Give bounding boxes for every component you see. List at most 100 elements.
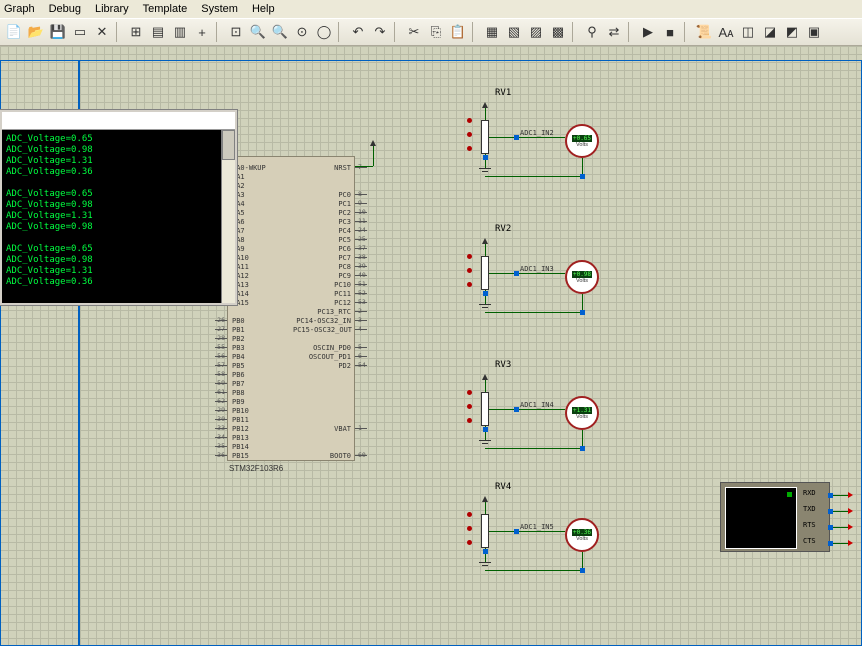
- nrst-wire: [355, 166, 373, 167]
- aa-button[interactable]: Aᴀ: [716, 22, 736, 42]
- sim1-button[interactable]: ▶: [638, 22, 658, 42]
- menu-debug[interactable]: Debug: [49, 3, 81, 15]
- pin-stub: [215, 455, 227, 456]
- block3-button[interactable]: ▨: [526, 22, 546, 42]
- menu-system[interactable]: System: [201, 3, 238, 15]
- zoom-all-button[interactable]: ⊙: [292, 22, 312, 42]
- pin-PB13: PB13: [232, 434, 249, 442]
- pin-PC13_RTC: PC13_RTC: [293, 308, 351, 316]
- layer-c-button[interactable]: ◩: [782, 22, 802, 42]
- scroll-thumb[interactable]: [222, 130, 235, 160]
- ground-icon: [479, 562, 491, 570]
- block4-button[interactable]: ▩: [548, 22, 568, 42]
- area-button[interactable]: ▭: [70, 22, 90, 42]
- voltmeter[interactable]: +1.31Volts: [565, 396, 599, 430]
- open-button[interactable]: 📂: [26, 22, 46, 42]
- paste-button[interactable]: 📋: [448, 22, 468, 42]
- pin-stub: [355, 248, 367, 249]
- terminal-device[interactable]: RXDTXDRTSCTS: [720, 482, 830, 552]
- layer-b-button[interactable]: ◪: [760, 22, 780, 42]
- pin-PB7: PB7: [232, 380, 245, 388]
- grid-button[interactable]: ⊞: [126, 22, 146, 42]
- pin-stub: [355, 320, 367, 321]
- pin-stub: [355, 194, 367, 195]
- plus-button[interactable]: +: [192, 22, 212, 42]
- menu-library[interactable]: Library: [95, 3, 129, 15]
- redo-button[interactable]: ↷: [370, 22, 390, 42]
- net-dot: [514, 529, 519, 534]
- pin-stub: [355, 167, 367, 168]
- node-icon: [467, 526, 472, 531]
- pin-stub: [215, 338, 227, 339]
- script-button[interactable]: 📜: [694, 22, 714, 42]
- pin-PC4: PC4: [293, 227, 351, 235]
- voltmeter[interactable]: +0.36Volts: [565, 518, 599, 552]
- pin-PB15: PB15: [232, 452, 249, 460]
- pin-stub: [215, 419, 227, 420]
- signal-label: ADC1_IN3: [520, 265, 554, 273]
- pot-body[interactable]: [481, 392, 489, 426]
- cut-button[interactable]: ✂: [404, 22, 424, 42]
- term-pin-TXD: TXD: [803, 505, 816, 513]
- terminal-titlebar[interactable]: [2, 112, 235, 130]
- block1-button[interactable]: ▦: [482, 22, 502, 42]
- arrow-icon: [848, 540, 853, 546]
- zoom-sel-button[interactable]: ◯: [314, 22, 334, 42]
- pin-PC3: PC3: [293, 218, 351, 226]
- pin-PB11: PB11: [232, 416, 249, 424]
- signal-label: ADC1_IN4: [520, 401, 554, 409]
- layer2-button[interactable]: ▥: [170, 22, 190, 42]
- new-button[interactable]: 📄: [4, 22, 24, 42]
- terminal-output: ADC_Voltage=0.65 ADC_Voltage=0.98 ADC_Vo…: [2, 130, 235, 292]
- menu-graph[interactable]: Graph: [4, 3, 35, 15]
- node-icon: [467, 282, 472, 287]
- zoom-in-button[interactable]: 🔍: [248, 22, 268, 42]
- pin-PC11: PC11: [293, 290, 351, 298]
- power-arrow-icon: [370, 140, 376, 146]
- sim2-button[interactable]: ■: [660, 22, 680, 42]
- menu-template[interactable]: Template: [143, 3, 188, 15]
- layer-a-button[interactable]: ◫: [738, 22, 758, 42]
- close-button[interactable]: ✕: [92, 22, 112, 42]
- term-pin-RTS: RTS: [803, 521, 816, 529]
- debug-terminal-window[interactable]: ADC_Voltage=0.65 ADC_Voltage=0.98 ADC_Vo…: [0, 110, 237, 305]
- pin-VBAT: VBAT: [293, 425, 351, 433]
- zoom-fit-button[interactable]: ⊡: [226, 22, 246, 42]
- layer1-button[interactable]: ▤: [148, 22, 168, 42]
- pin-stub: [355, 212, 367, 213]
- pin-stub: [215, 392, 227, 393]
- scrollbar[interactable]: [221, 130, 235, 303]
- pin-stub: [215, 428, 227, 429]
- pin-PB14: PB14: [232, 443, 249, 451]
- voltmeter[interactable]: +0.98Volts: [565, 260, 599, 294]
- nrst-wire-v: [373, 146, 374, 166]
- find-button[interactable]: ⚲: [582, 22, 602, 42]
- node-icon: [467, 390, 472, 395]
- menu-help[interactable]: Help: [252, 3, 275, 15]
- pin-stub: [355, 455, 367, 456]
- replace-button[interactable]: ⇄: [604, 22, 624, 42]
- ground-icon: [479, 304, 491, 312]
- pin-stub: [355, 329, 367, 330]
- pin-PB0: PB0: [232, 317, 245, 325]
- arrow-icon: [848, 524, 853, 530]
- pot-body[interactable]: [481, 256, 489, 290]
- pin-PB12: PB12: [232, 425, 249, 433]
- copy-button[interactable]: ⎘: [426, 22, 446, 42]
- schematic-canvas[interactable]: 1 STM32F103R6 PA0-WKUP14PA115PA216PA317P…: [0, 46, 862, 646]
- pot-body[interactable]: [481, 514, 489, 548]
- pin-PB8: PB8: [232, 389, 245, 397]
- pot-body[interactable]: [481, 120, 489, 154]
- pin-stub: [215, 356, 227, 357]
- layer-d-button[interactable]: ▣: [804, 22, 824, 42]
- voltmeter[interactable]: +0.65Volts: [565, 124, 599, 158]
- save-button[interactable]: 💾: [48, 22, 68, 42]
- net-dot: [514, 135, 519, 140]
- zoom-out-button[interactable]: 🔍: [270, 22, 290, 42]
- pin-PC6: PC6: [293, 245, 351, 253]
- pin-PC0: PC0: [293, 191, 351, 199]
- block2-button[interactable]: ▧: [504, 22, 524, 42]
- pin-PB6: PB6: [232, 371, 245, 379]
- pin-PB9: PB9: [232, 398, 245, 406]
- undo-button[interactable]: ↶: [348, 22, 368, 42]
